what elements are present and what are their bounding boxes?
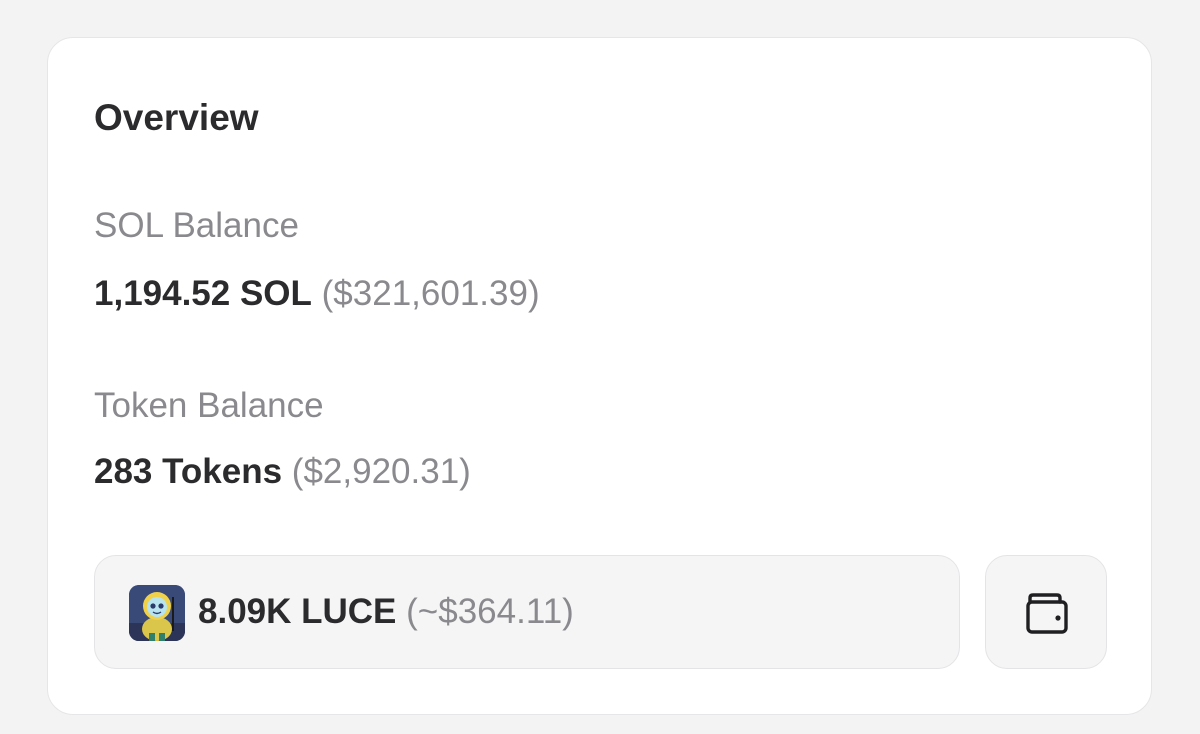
token-balance-amount: 283 Tokens [94,452,283,491]
selected-token-usd: (~$364.11) [406,592,574,631]
token-balance-value: 283 Tokens ($2,920.31) [94,451,471,493]
token-selector-text: 8.09K LUCE (~$364.11) [198,591,574,633]
sol-balance-amount: 1,194.52 SOL [94,274,312,313]
token-balance-label: Token Balance [94,386,324,425]
token-avatar-icon [129,585,185,641]
sol-balance-value: 1,194.52 SOL ($321,601.39) [94,273,540,315]
wallet-icon [1026,593,1068,634]
sol-balance-label: SOL Balance [94,206,299,245]
wallet-button[interactable] [985,555,1107,669]
overview-card: Overview SOL Balance 1,194.52 SOL ($321,… [47,37,1152,715]
overview-title: Overview [94,97,259,138]
selected-token-amount: 8.09K LUCE [198,592,397,631]
token-selector-button[interactable]: 8.09K LUCE (~$364.11) [94,555,960,669]
token-balance-usd: ($2,920.31) [291,452,471,491]
sol-balance-usd: ($321,601.39) [321,274,540,313]
